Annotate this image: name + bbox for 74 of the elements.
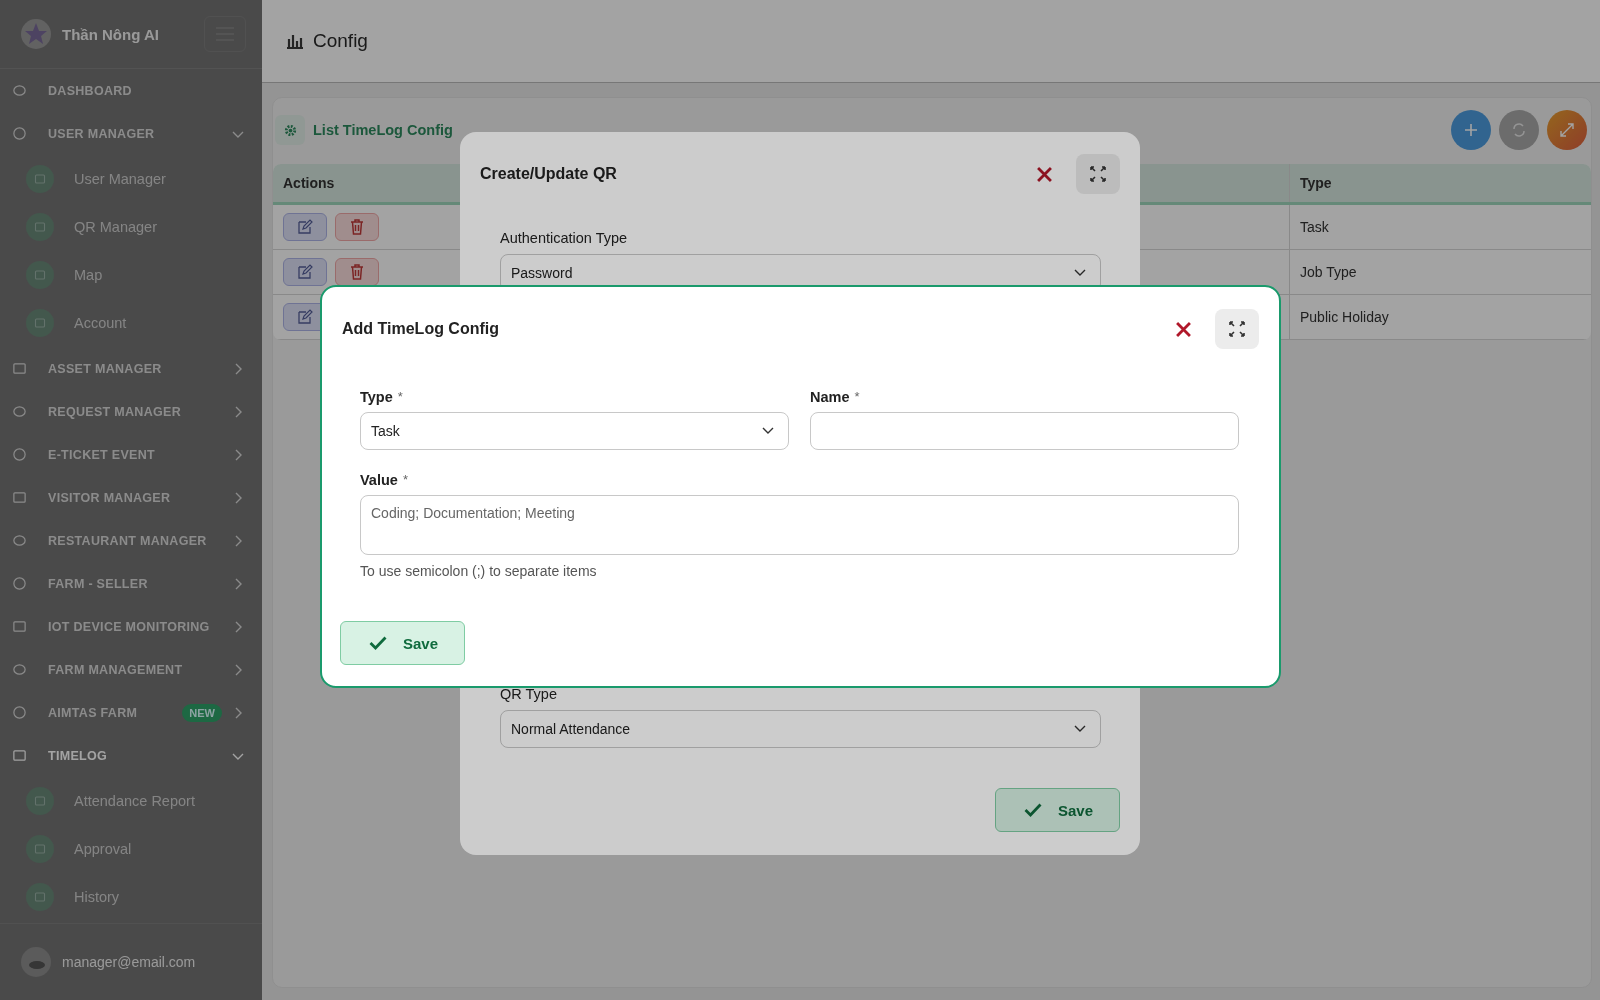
- select-field[interactable]: Normal Attendance: [500, 710, 1101, 748]
- sidebar-item[interactable]: REQUEST MANAGER: [0, 390, 262, 433]
- expand-icon: [1559, 122, 1575, 138]
- sidebar-item[interactable]: ASSET MANAGER: [0, 347, 262, 390]
- sidebar-item[interactable]: E-TICKET EVENT: [0, 433, 262, 476]
- field-label: Type: [360, 389, 393, 405]
- expand-button[interactable]: [1547, 110, 1587, 150]
- delete-button[interactable]: [335, 258, 379, 286]
- required-mark: *: [397, 389, 403, 405]
- dialog-title: Create/Update QR: [480, 165, 618, 183]
- save-button[interactable]: Save: [994, 788, 1120, 832]
- refresh-icon: [1511, 122, 1527, 138]
- edit-icon: [297, 264, 313, 280]
- sidebar-subitem[interactable]: Attendance Report: [0, 777, 262, 825]
- bar-chart-icon: [286, 33, 304, 49]
- maximize-button[interactable]: [1215, 309, 1259, 349]
- new-badge: NEW: [182, 703, 222, 722]
- required-mark: *: [854, 389, 860, 405]
- check-icon: [1023, 803, 1042, 817]
- sidebar-item[interactable]: DASHBOARD: [0, 69, 262, 112]
- logo-icon: [20, 18, 52, 50]
- sidebar-subitem[interactable]: Account: [0, 299, 262, 347]
- sidebar-subitem[interactable]: QR Manager: [0, 203, 262, 251]
- sidebar-item[interactable]: RESTAURANT MANAGER: [0, 519, 262, 562]
- gear-icon: [282, 122, 298, 138]
- table-cell: Job Type: [1289, 250, 1591, 294]
- column-header: Actions: [282, 174, 336, 193]
- sidebar-subitem[interactable]: Approval: [0, 825, 262, 873]
- required-mark: *: [402, 472, 408, 488]
- field-label: QR Type: [500, 686, 558, 702]
- sidebar-subitem[interactable]: User Manager: [0, 155, 262, 203]
- avatar: [20, 946, 52, 978]
- save-button[interactable]: Save: [340, 621, 466, 665]
- close-icon[interactable]: [1176, 321, 1191, 337]
- delete-button[interactable]: [335, 213, 379, 241]
- close-icon[interactable]: [1037, 166, 1052, 182]
- sidebar-item[interactable]: AIMTAS FARM NEW: [0, 691, 262, 734]
- sidebar-subitem[interactable]: History: [0, 873, 262, 921]
- sidebar-item[interactable]: VISITOR MANAGER: [0, 476, 262, 519]
- user-email: manager@email.com: [62, 954, 196, 970]
- panel-title: List TimeLog Config: [313, 122, 453, 138]
- field-label: Authentication Type: [500, 230, 629, 246]
- help-text: To use semicolon (;) to separate items: [360, 563, 598, 579]
- name-input[interactable]: [810, 412, 1239, 450]
- add-button[interactable]: [1451, 110, 1491, 150]
- trash-icon: [350, 219, 364, 235]
- table-cell: Task: [1289, 205, 1591, 249]
- sidebar-subitem[interactable]: Map: [0, 251, 262, 299]
- table-cell: Public Holiday: [1289, 295, 1591, 339]
- maximize-icon: [1090, 166, 1106, 182]
- field-label: Value: [360, 472, 398, 488]
- plus-icon: [1464, 123, 1478, 137]
- sidebar-item[interactable]: USER MANAGER: [0, 112, 262, 155]
- chevron-icon: [1074, 725, 1086, 733]
- sidebar-item[interactable]: FARM - SELLER: [0, 562, 262, 605]
- page-title: Config: [313, 30, 368, 52]
- check-icon: [369, 636, 387, 650]
- edit-icon: [297, 309, 313, 325]
- brand-name: Thần Nông AI: [62, 25, 160, 43]
- chevron-icon: [1074, 269, 1086, 277]
- trash-icon: [350, 264, 364, 280]
- field-label: Name: [810, 389, 850, 405]
- type-select[interactable]: Task: [360, 412, 789, 450]
- sidebar-item[interactable]: IOT DEVICE MONITORING: [0, 605, 262, 648]
- maximize-button[interactable]: [1076, 154, 1120, 194]
- sidebar-item[interactable]: TIMELOG: [0, 734, 262, 777]
- refresh-button[interactable]: [1499, 110, 1539, 150]
- sidebar-item[interactable]: FARM MANAGEMENT: [0, 648, 262, 691]
- maximize-icon: [1229, 321, 1245, 337]
- dialog-title: Add TimeLog Config: [342, 320, 500, 338]
- value-textarea[interactable]: Coding; Documentation; Meeting: [360, 495, 1239, 555]
- edit-icon: [297, 219, 313, 235]
- chevron-icon: [762, 427, 774, 435]
- column-header: Type: [1289, 164, 1591, 202]
